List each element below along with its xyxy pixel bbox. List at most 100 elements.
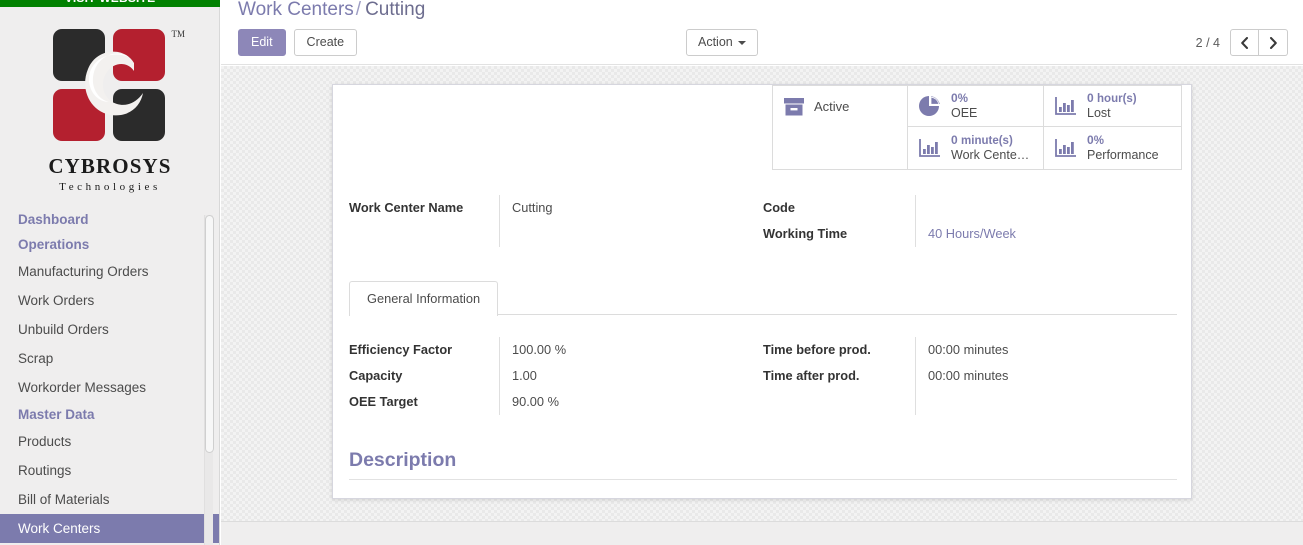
field-value: 00:00 minutes [928,342,1009,357]
form-sheet: Active 0% OEE 0 hour(s) Lost 0 minute(s) Work … [332,84,1192,499]
field-value: 00:00 minutes [928,368,1009,383]
brand-tagline: Technologies [59,181,161,193]
breadcrumb-current: Cutting [365,0,426,20]
stat-button-performance[interactable]: 0% Performance [1044,127,1181,169]
stat-buttons-group: Active 0% OEE 0 hour(s) Lost 0 minute(s) Work … [772,85,1182,170]
field-value: 1.00 [512,368,537,383]
pie-chart-icon [918,94,942,118]
stat-button-number: 0 [1087,133,1094,148]
main-content: Work Centers / Cutting Edit Create Action … [221,0,1303,545]
sidebar-item-unbuild-orders[interactable]: Unbuild Orders [0,315,219,344]
sidebar-scrollbar-thumb[interactable] [205,215,214,453]
stat-button-label: Performance [1087,147,1159,162]
breadcrumb: Work Centers / Cutting [238,0,425,22]
field-value[interactable]: 40 Hours/Week [928,221,1177,247]
tab-general-information[interactable]: General Information [349,281,499,316]
form-header-left-column: Work Center Name Cutting [349,195,763,247]
sidebar-item-products[interactable]: Products [0,427,219,456]
sidebar-item-routings[interactable]: Routings [0,456,219,485]
brand-name: CYBROSYS [48,154,172,178]
bar-chart-icon [918,137,942,159]
field-label: Efficiency Factor [349,342,453,357]
stat-button-work-center[interactable]: 0 minute(s) Work Center ... [908,127,1044,169]
stat-button-number: 0 [1087,91,1094,106]
description-section: Description [349,448,1177,480]
stat-button-label: Lost [1087,105,1111,120]
stat-button-text: 0 hour(s) Lost [1087,91,1137,120]
stat-button-text: 0 minute(s) Work Center ... [951,133,1033,162]
sidebar-item-operations[interactable]: Operations [0,232,219,257]
sidebar-item-label: Dashboard [18,212,89,227]
sidebar-item-master-data[interactable]: Master Data [0,402,219,427]
sidebar-item-manufacturing-orders[interactable]: Manufacturing Orders [0,257,219,286]
sidebar-item-scrap[interactable]: Scrap [0,344,219,373]
field-value [928,195,1177,221]
create-button[interactable]: Create [293,29,358,56]
sidebar-menu: Dashboard Operations Manufacturing Orders W… [0,207,219,545]
brand-logo[interactable]: TM CYBROSYS Technologies [0,7,219,207]
sidebar-item-label: Routings [18,463,72,478]
notebook: General Information Efficiency Factor Cap… [349,281,1177,415]
sidebar-item-label: Master Data [18,407,95,422]
stat-button-label: Work Center ... [951,147,1033,162]
stat-button-value: 0 hour(s) [1087,91,1137,106]
field-label: Working Time [763,226,848,241]
sidebar-item-work-orders[interactable]: Work Orders [0,286,219,315]
form-header-right-labels: Code Working Time [763,195,915,247]
promo-topbar[interactable]: VISIT WEBSITE [0,0,220,7]
pager-previous-button[interactable] [1230,29,1259,56]
sidebar: TM CYBROSYS Technologies Dashboard Operat… [0,7,220,545]
stat-button-lost[interactable]: 0 hour(s) Lost [1044,86,1181,127]
sidebar-item-bill-of-materials[interactable]: Bill of Materials [0,485,219,514]
breadcrumb-separator: / [355,0,362,20]
bar-chart-icon [1054,137,1078,159]
stat-button-oee[interactable]: 0% OEE [908,86,1044,127]
stat-button-unit: hour(s) [1097,93,1137,106]
stat-button-active[interactable]: Active [773,86,908,127]
stat-button-label: Active [814,98,850,114]
action-dropdown-label: Action [698,35,733,49]
field-label: Work Center Name [349,200,464,215]
sidebar-item-work-centers[interactable]: Work Centers [0,514,219,543]
form-header-right-values: 40 Hours/Week [915,195,1177,247]
stat-button-unit: % [1093,135,1104,148]
form-header-left-values: Cutting [499,195,763,247]
form-header-left-labels: Work Center Name [349,195,499,247]
stat-button-number: 0 [951,91,958,106]
sidebar-scrollbar-track[interactable] [204,215,214,545]
stat-button-value: 0% [951,91,977,106]
general-right-values: 00:00 minutes 00:00 minutes [915,337,1177,415]
notebook-tabs: General Information [349,281,1177,316]
control-panel: Work Centers / Cutting Edit Create Action … [221,0,1303,65]
archive-icon [783,97,805,117]
field-label: Time before prod. [763,342,871,357]
cybrosys-logo-icon: TM [51,27,185,145]
breadcrumb-parent[interactable]: Work Centers [238,0,354,20]
stat-button-unit: % [957,93,968,106]
sidebar-item-dashboard[interactable]: Dashboard [0,207,219,232]
description-title: Description [349,449,457,471]
field-label: OEE Target [349,394,418,409]
action-dropdown[interactable]: Action [686,29,758,56]
pager-next-button[interactable] [1259,29,1288,56]
general-left-labels: Efficiency Factor Capacity OEE Target [349,337,499,415]
stat-button-value: 0 minute(s) [951,133,1033,148]
sidebar-item-label: Products [18,434,72,449]
footer-band [221,521,1303,545]
chevron-down-icon [737,40,746,45]
field-value: Cutting [512,200,553,215]
sidebar-item-label: Manufacturing Orders [18,264,149,279]
stat-button-value: 0% [1087,133,1159,148]
field-label: Time after prod. [763,368,860,383]
tab-label: General Information [367,291,481,306]
pager: 2 / 4 [1196,29,1288,56]
sidebar-item-label: Work Orders [18,293,95,308]
field-value: 90.00 % [512,394,559,409]
stat-button-text: 0% OEE [951,91,977,120]
stat-button-text: Active [814,98,849,116]
sidebar-item-workorder-messages[interactable]: Workorder Messages [0,373,219,402]
general-left-values: 100.00 % 1.00 90.00 % [499,337,763,415]
edit-button[interactable]: Edit [238,29,286,56]
stat-button-number: 0 [951,133,958,148]
sidebar-item-label: Bill of Materials [18,492,110,507]
